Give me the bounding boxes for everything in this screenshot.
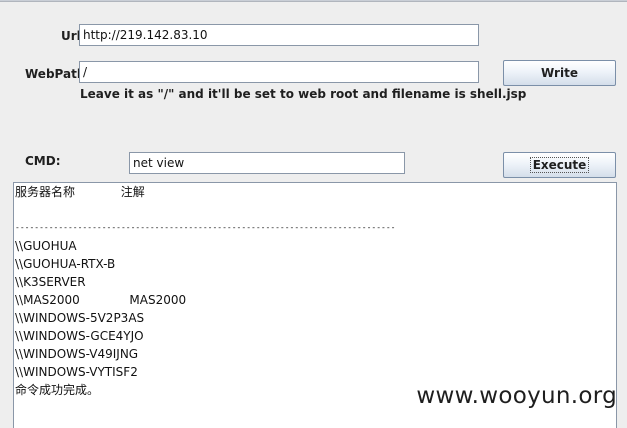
output-line: \\WINDOWS-5V2P3AS [15, 311, 145, 325]
cmd-input[interactable]: net view [129, 152, 405, 174]
write-button[interactable]: Write [503, 60, 616, 86]
window-top-edge [0, 0, 627, 2]
output-line: \\GUOHUA [15, 239, 77, 253]
output-line: \\GUOHUA-RTX-B [15, 257, 116, 271]
output-line: \\K3SERVER [15, 275, 86, 289]
execute-button-label: Execute [529, 157, 590, 173]
cmd-label: CMD: [25, 154, 61, 168]
write-button-label: Write [541, 66, 578, 80]
webpath-hint: Leave it as "/" and it'll be set to web … [80, 87, 527, 101]
webpath-input[interactable]: / [79, 61, 479, 83]
url-input[interactable]: http://219.142.83.10 [79, 24, 479, 46]
output-line: \\WINDOWS-GCE4YJO [15, 329, 144, 343]
output-line: \\WINDOWS-V49IJNG [15, 347, 139, 361]
output-line: \\MAS2000 MAS2000 [15, 293, 187, 307]
output-line: \\WINDOWS-VYTISF2 [15, 365, 138, 379]
output-line: 服务器名称 注解 [15, 185, 145, 199]
watermark: www.wooyun.org [416, 383, 617, 409]
execute-button[interactable]: Execute [503, 152, 616, 178]
output-separator-line: ----------------------------------------… [15, 223, 396, 232]
